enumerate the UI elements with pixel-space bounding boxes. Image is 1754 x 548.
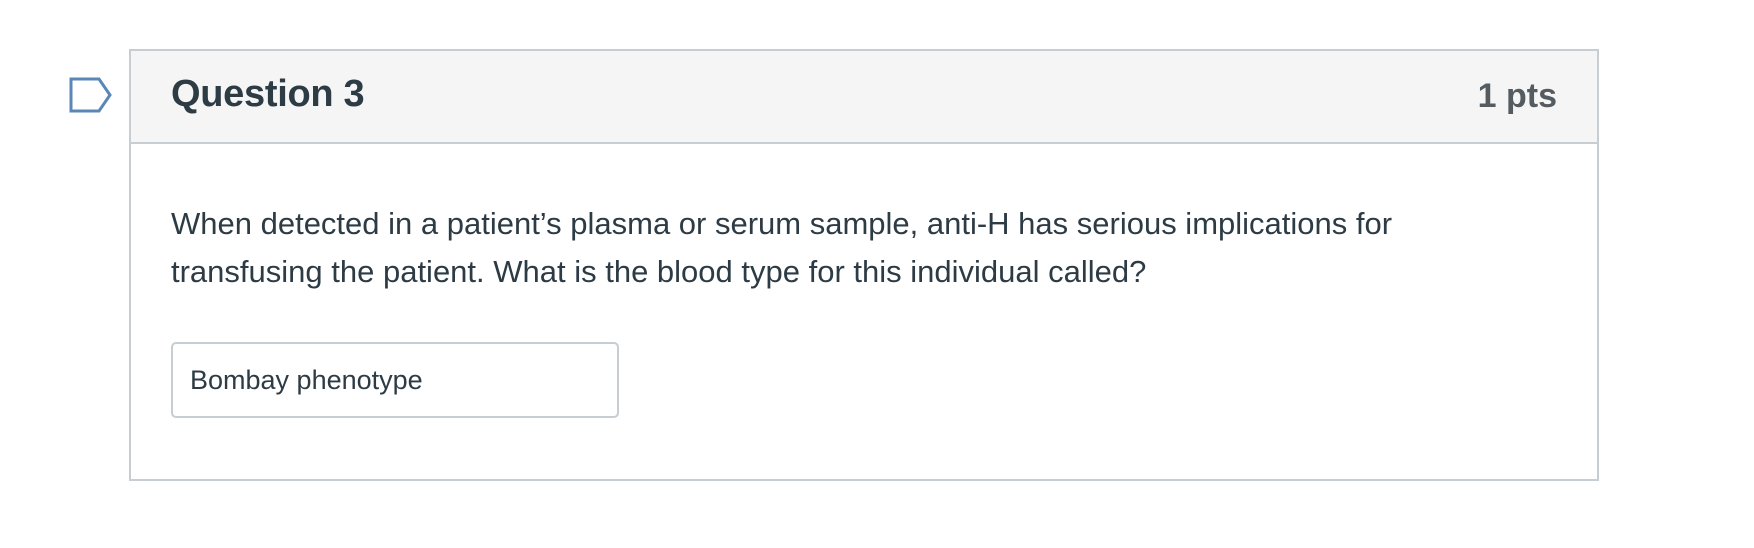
question-header: Question 3 1 pts: [131, 51, 1597, 144]
question-body: When detected in a patient’s plasma or s…: [131, 144, 1597, 418]
flag-question-icon[interactable]: [69, 77, 113, 113]
question-card: Question 3 1 pts When detected in a pati…: [129, 49, 1599, 481]
question-points: 1 pts: [1477, 77, 1557, 115]
question-text: When detected in a patient’s plasma or s…: [171, 206, 1393, 289]
quiz-page: Question 3 1 pts When detected in a pati…: [0, 0, 1754, 548]
answer-input[interactable]: [171, 342, 619, 418]
question-title: Question 3: [171, 73, 365, 115]
